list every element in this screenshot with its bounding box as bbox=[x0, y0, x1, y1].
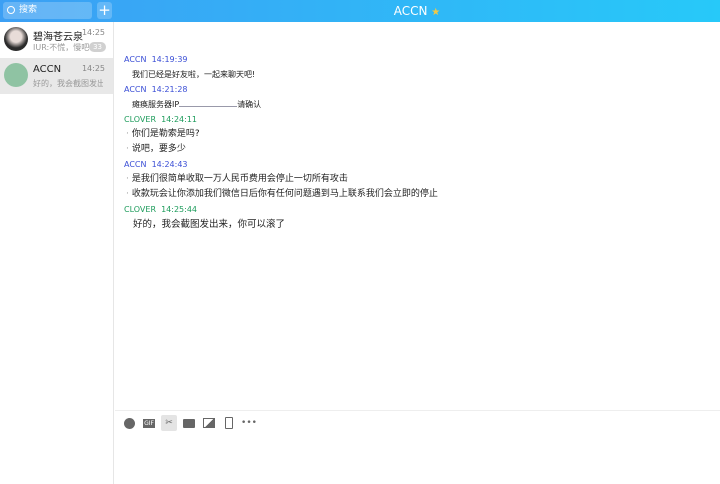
message-header: CLOVER 14:24:11 bbox=[124, 113, 720, 127]
message-text: 瘫痪服务器IP 请确认 bbox=[124, 97, 720, 112]
search-placeholder: 搜索 bbox=[19, 5, 38, 15]
more-icon[interactable]: ••• bbox=[241, 415, 257, 431]
message-header: ACCN 14:24:43 bbox=[124, 158, 720, 172]
message-text: 好的，我会截图发出来，你可以滚了 bbox=[133, 219, 286, 230]
sender-name: ACCN bbox=[124, 85, 147, 94]
search-icon bbox=[7, 6, 15, 14]
sender-name: CLOVER bbox=[124, 205, 156, 214]
message-text-part: 请确认 bbox=[237, 100, 262, 109]
sender-name: ACCN bbox=[124, 55, 147, 64]
conversation-list: 碧海苍云泉 14:25 IUR:不慌，慢吧 33 ACCN 14:25 好的，我… bbox=[0, 22, 114, 484]
conversation-preview: 好的，我会截图发出来 bbox=[33, 79, 103, 88]
message-text: 收款玩会让你添加我们微信日后你有任何问题遇到马上联系我们会立即的停止 bbox=[124, 187, 720, 202]
redacted-ip bbox=[179, 99, 238, 107]
message-text: 你们是勒索是吗? bbox=[124, 127, 720, 142]
emoji-icon[interactable] bbox=[121, 415, 137, 431]
conversation-item[interactable]: ACCN 14:25 好的，我会截图发出来 bbox=[0, 58, 113, 94]
search-input[interactable]: 搜索 bbox=[3, 2, 92, 19]
gif-label: GIF bbox=[143, 418, 155, 428]
conversation-time: 14:25 bbox=[81, 64, 105, 73]
chat-title: ACCN ★ bbox=[114, 0, 720, 22]
message-text-part: 瘫痪服务器IP bbox=[132, 100, 180, 109]
message-time: 14:24:43 bbox=[151, 160, 188, 169]
message-text: 是我们很简单收取一万人民币费用会停止一切所有攻击 bbox=[124, 172, 720, 187]
unread-badge: 33 bbox=[89, 42, 106, 52]
avatar bbox=[4, 63, 28, 87]
star-icon: ★ bbox=[431, 7, 441, 18]
message-header: ACCN 14:19:39 bbox=[124, 53, 720, 67]
message-text: 我们已经是好友啦，一起来聊天吧! bbox=[132, 70, 256, 79]
message-header: ACCN 14:21:28 bbox=[124, 83, 720, 97]
conversation-name: 碧海苍云泉 bbox=[33, 32, 83, 43]
shake-icon[interactable] bbox=[221, 415, 237, 431]
conversation-time: 14:25 bbox=[81, 28, 105, 37]
conversation-name: ACCN bbox=[33, 64, 62, 75]
sender-name: CLOVER bbox=[124, 115, 156, 124]
header: 搜索 + ACCN ★ bbox=[0, 0, 720, 22]
message-time: 14:21:28 bbox=[151, 85, 188, 94]
message-header: CLOVER 14:25:44 bbox=[124, 203, 720, 217]
conversation-item[interactable]: 碧海苍云泉 14:25 IUR:不慌，慢吧 33 bbox=[0, 22, 113, 58]
folder-icon[interactable] bbox=[181, 415, 197, 431]
message-time: 14:25:44 bbox=[161, 205, 198, 214]
message-area: ACCN 14:19:39 我们已经是好友啦，一起来聊天吧! ACCN 14:21:… bbox=[115, 22, 720, 410]
input-toolbar: GIF ✂ ••• bbox=[115, 410, 720, 434]
scissors-icon[interactable]: ✂ bbox=[161, 415, 177, 431]
message-time: 14:19:39 bbox=[151, 55, 188, 64]
chat-title-text: ACCN bbox=[393, 4, 428, 18]
message-text: 说吧，要多少 bbox=[124, 142, 720, 157]
avatar bbox=[4, 27, 28, 51]
message-time: 14:24:11 bbox=[161, 115, 198, 124]
message-input[interactable] bbox=[115, 434, 720, 484]
gif-icon[interactable]: GIF bbox=[141, 415, 157, 431]
image-icon[interactable] bbox=[201, 415, 217, 431]
add-button[interactable]: + bbox=[97, 2, 112, 19]
sender-name: ACCN bbox=[124, 160, 147, 169]
